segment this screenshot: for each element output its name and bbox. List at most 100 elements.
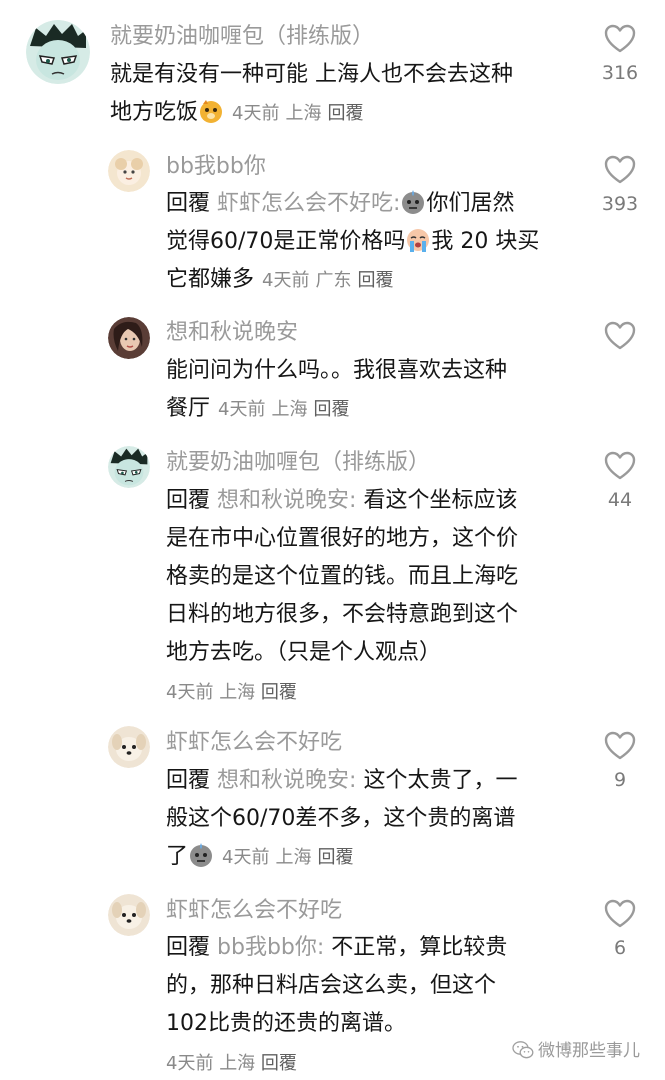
comment-meta: 4天前 上海 回覆 [218,399,349,420]
sweat-face-emoji-icon [188,842,214,868]
squirrel-face-emoji-icon [198,98,224,124]
comment-location: 上海 [271,399,308,420]
heart-icon [604,731,636,760]
comment-line: 是在市中心位置很好的地方，这个价 [166,526,519,551]
cartoon-face-icon[interactable] [26,20,90,84]
comment-line: 回覆 bb我bb你: 不正常，算比较贵 [166,929,507,967]
comment-line: 102比贵的还贵的离谱。 [166,1011,406,1036]
comment-line: 能问问为什么吗。。我很喜欢去这种 [166,358,508,383]
like-button[interactable]: 9 [598,731,642,793]
reply-button[interactable]: 回覆 [357,270,393,291]
comment-username[interactable]: 虾虾怎么会不好吃 [166,728,342,758]
comment-location: 上海 [275,847,312,868]
like-count: 6 [613,937,627,959]
comment-line: 般这个60/70差不多，这个贵的离谱 [166,806,516,831]
comment-meta: 4天前 上海 回覆 [232,103,363,124]
reply-target[interactable]: 虾虾怎么会不好吃: [217,191,400,216]
comment-line: 觉得60/70是正常价格吗我 20 块买 [166,223,539,261]
comment-line-text: 觉得60/70是正常价格吗 [166,229,406,254]
comment-username[interactable]: 就要奶油咖喱包（排练版） [166,448,430,478]
like-button[interactable]: 6 [598,899,642,961]
comment-time: 4天前 [218,399,266,420]
like-count: 9 [613,769,627,791]
reply-target[interactable]: 想和秋说晚安: [217,768,356,793]
reply-button[interactable]: 回覆 [313,399,349,420]
like-count: 393 [601,193,639,215]
comment-line: 地方去吃。（只是个人观点） [166,640,442,665]
like-count: 44 [607,489,633,511]
comment-line-text: 地方吃饭 [110,100,199,125]
comment-username[interactable]: bb我bb你 [166,152,266,182]
comment-location: 广东 [315,270,352,291]
like-button[interactable]: 393 [598,155,642,217]
comment-line: 格卖的是这个位置的钱。而且上海吃 [166,564,519,589]
puppy-avatar-icon[interactable] [108,894,150,936]
comment-line-text: 我 20 块买 [431,229,540,254]
comment-time: 4天前 [232,103,280,124]
sweat-face-emoji-icon [400,189,426,215]
reply-button[interactable]: 回覆 [317,847,353,868]
reply-prefix: 回覆 [166,768,211,793]
like-count: 316 [601,62,639,84]
comment-line: 了 4天前 上海 回覆 [166,838,517,877]
heart-icon [604,899,636,928]
comment-meta: 4天前 上海 回覆 [166,1049,507,1079]
comment-line-text: 餐厅 [166,396,211,421]
comment-text: 回覆 想和秋说晚安: 这个太贵了，一 般这个60/70差不多，这个贵的离谱 了 4… [166,762,517,877]
comment-line-text: 你们居然 [426,191,515,216]
comment-line-text: 它都嫌多 [166,267,255,292]
comment-line-text: 看这个坐标应该 [363,488,518,513]
comment-line: 地方吃饭 4天前 上海 回覆 [110,94,513,133]
watermark-text: 微博那些事儿 [538,1041,640,1061]
comment-text: 能问问为什么吗。。我很喜欢去这种 餐厅 4天前 上海 回覆 [166,352,507,429]
comment-line: 的，那种日料店会这么卖，但这个 [166,973,497,998]
heart-icon [604,155,636,184]
heart-icon [604,451,636,480]
comment-line: 日料的地方很多，不会特意跑到这个 [166,602,519,627]
comment-thread: 就要奶油咖喱包（排练版） 就是有没有一种可能 上海人也不会去这种 地方吃饭 4天前… [0,0,665,1080]
comment-time: 4天前 [166,1053,214,1074]
reply-prefix: 回覆 [166,935,211,960]
comment-username[interactable]: 就要奶油咖喱包（排练版） [110,22,374,52]
reply-prefix: 回覆 [166,488,211,513]
comment-time: 4天前 [166,682,214,703]
puppy-avatar-icon[interactable] [108,726,150,768]
comment-line-text: 这个太贵了，一 [363,768,518,793]
like-button[interactable]: 44 [598,451,642,513]
crying-face-emoji-icon [405,227,431,253]
like-button[interactable] [598,321,642,351]
comment-text: 就是有没有一种可能 上海人也不会去这种 地方吃饭 4天前 上海 回覆 [110,56,513,133]
reply-target[interactable]: bb我bb你: [217,935,324,960]
comment-line-text: 不正常，算比较贵 [331,935,508,960]
comment-location: 上海 [219,1053,256,1074]
comment-username[interactable]: 虾虾怎么会不好吃 [166,896,342,926]
photo-avatar-icon[interactable] [108,317,150,359]
comment-line: 回覆 想和秋说晚安: 这个太贵了，一 [166,762,517,800]
comment-location: 上海 [219,682,256,703]
reply-target[interactable]: 想和秋说晚安: [217,488,356,513]
comment-time: 4天前 [222,847,270,868]
comment-text: 回覆 bb我bb你: 不正常，算比较贵 的，那种日料店会这么卖，但这个 102比… [166,929,507,1079]
comment-location: 上海 [285,103,322,124]
cartoon-face-icon[interactable] [108,446,150,488]
comment-line: 回覆 虾虾怎么会不好吃: 你们居然 [166,185,539,223]
heart-icon [604,321,636,350]
reply-button[interactable]: 回覆 [327,103,363,124]
comment-time: 4天前 [262,270,310,291]
reply-button[interactable]: 回覆 [261,682,297,703]
comment-line: 就是有没有一种可能 上海人也不会去这种 [110,62,513,87]
reply-prefix: 回覆 [166,191,211,216]
heart-icon [604,24,636,53]
comment-meta: 4天前 广东 回覆 [262,270,393,291]
comment-text: 回覆 虾虾怎么会不好吃: 你们居然 觉得60/70是正常价格吗我 20 块买 它都… [166,185,539,300]
comment-text: 回覆 想和秋说晚安: 看这个坐标应该 是在市中心位置很好的地方，这个价 格卖的是… [166,482,518,708]
comment-line: 它都嫌多 4天前 广东 回覆 [166,261,539,300]
watermark: 微博那些事儿 [512,1036,640,1061]
cartoon-avatar-icon[interactable] [108,150,150,192]
reply-button[interactable]: 回覆 [261,1053,297,1074]
wechat-icon [512,1041,534,1059]
comment-meta: 4天前 上海 回覆 [222,847,353,868]
like-button[interactable]: 316 [598,24,642,86]
comment-line-text: 了 [166,844,189,869]
comment-username[interactable]: 想和秋说晚安 [166,318,298,348]
